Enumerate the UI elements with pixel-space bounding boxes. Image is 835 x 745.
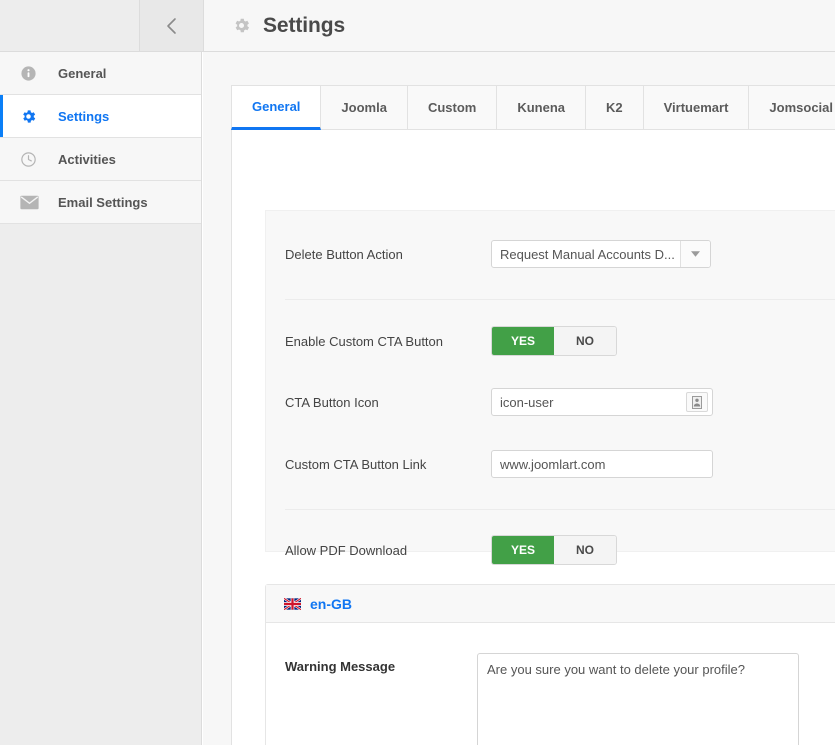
toggle-no-option[interactable]: NO: [554, 536, 616, 564]
sidebar-item-label: Email Settings: [58, 194, 148, 210]
gear-icon: [20, 108, 46, 125]
tab-panel-general: Delete Button Action Request Manual Acco…: [231, 130, 835, 745]
sidebar-item-email-settings[interactable]: Email Settings: [0, 181, 201, 224]
tab-label: General: [252, 99, 301, 114]
warning-message-textarea[interactable]: Are you sure you want to delete your pro…: [477, 653, 799, 745]
toggle-yes-option[interactable]: YES: [492, 327, 554, 355]
language-panel-header[interactable]: en-GB: [266, 585, 835, 623]
tab-custom[interactable]: Custom: [407, 85, 498, 130]
sidebar-filler: [0, 224, 201, 745]
language-panel-body: Warning Message Are you sure you want to…: [266, 623, 835, 745]
content-area: General Joomla Custom Kunena K2 Virtuema…: [203, 52, 835, 745]
page-title: Settings: [263, 13, 346, 37]
envelope-icon: [20, 195, 46, 210]
icon-picker-icon[interactable]: [686, 392, 708, 412]
tab-general[interactable]: General: [231, 85, 322, 130]
row-cta-button-icon: CTA Button Icon icon-user: [266, 379, 835, 425]
allow-pdf-download-toggle[interactable]: YES NO: [491, 535, 617, 565]
toggle-yes-option[interactable]: YES: [492, 536, 554, 564]
sidebar-item-label: General: [58, 65, 107, 81]
tab-kunena[interactable]: Kunena: [497, 85, 586, 130]
cta-button-icon-field[interactable]: icon-user: [491, 388, 713, 416]
enable-custom-cta-label: Enable Custom CTA Button: [285, 333, 444, 349]
row-allow-pdf-download: Allow PDF Download YES NO: [266, 527, 835, 573]
tab-joomla[interactable]: Joomla: [321, 85, 408, 130]
page-header: Settings: [204, 0, 835, 51]
toggle-no-option[interactable]: NO: [554, 327, 616, 355]
language-code: en-GB: [310, 595, 352, 612]
cta-button-icon-value: icon-user: [500, 394, 554, 410]
custom-cta-link-label: Custom CTA Button Link: [285, 456, 427, 472]
row-enable-custom-cta: Enable Custom CTA Button YES NO: [266, 318, 835, 364]
gear-icon: [232, 16, 251, 35]
topbar-spacer: [0, 0, 140, 51]
tab-label: Custom: [427, 100, 477, 115]
chevron-left-icon: [165, 16, 179, 36]
tab-label: K2: [606, 100, 623, 115]
sidebar-item-label: Settings: [58, 108, 110, 124]
tab-k2[interactable]: K2: [586, 85, 644, 130]
row-custom-cta-link: Custom CTA Button Link www.joomlart.com: [266, 441, 835, 487]
settings-tabs: General Joomla Custom Kunena K2 Virtuema…: [231, 85, 835, 130]
select-value: Request Manual Accounts D...: [500, 246, 675, 262]
union-jack-flag-icon: [284, 597, 301, 610]
sidebar-nav: General Settings Activities Email Settin…: [0, 52, 201, 224]
caret-down-icon: [680, 241, 710, 267]
warning-message-value: Are you sure you want to delete your pro…: [487, 662, 745, 677]
tab-label: Virtuemart: [663, 100, 729, 115]
tab-label: Joomla: [341, 100, 387, 115]
info-circle-icon: [20, 65, 46, 82]
custom-cta-link-input[interactable]: www.joomlart.com: [491, 450, 713, 478]
cta-button-icon-label: CTA Button Icon: [285, 394, 379, 410]
row-delete-button-action: Delete Button Action Request Manual Acco…: [266, 231, 835, 277]
sidebar-collapse-button[interactable]: [140, 0, 204, 51]
delete-button-action-label: Delete Button Action: [285, 246, 403, 262]
tab-label: Jomsocial: [769, 100, 834, 115]
allow-pdf-download-label: Allow PDF Download: [285, 542, 408, 558]
tab-virtuemart[interactable]: Virtuemart: [643, 85, 750, 130]
sidebar-item-general[interactable]: General: [0, 52, 201, 95]
top-bar: Settings: [0, 0, 835, 52]
tab-label: Kunena: [517, 100, 565, 115]
general-settings-panel: Delete Button Action Request Manual Acco…: [265, 210, 835, 565]
tab-jomsocial[interactable]: Jomsocial: [749, 85, 835, 130]
sidebar-item-label: Activities: [58, 151, 116, 167]
sidebar-item-activities[interactable]: Activities: [0, 138, 201, 181]
settings-app: Settings General Settings Activities Ema…: [0, 0, 835, 745]
enable-custom-cta-toggle[interactable]: YES NO: [491, 326, 617, 356]
sidebar: General Settings Activities Email Settin…: [0, 52, 202, 745]
sidebar-item-settings[interactable]: Settings: [0, 95, 201, 138]
delete-button-action-select[interactable]: Request Manual Accounts D...: [491, 240, 711, 268]
language-panel-en-gb: en-GB Warning Message Are you sure you w…: [265, 584, 835, 745]
clock-icon: [20, 151, 46, 168]
warning-message-label: Warning Message: [285, 659, 396, 674]
